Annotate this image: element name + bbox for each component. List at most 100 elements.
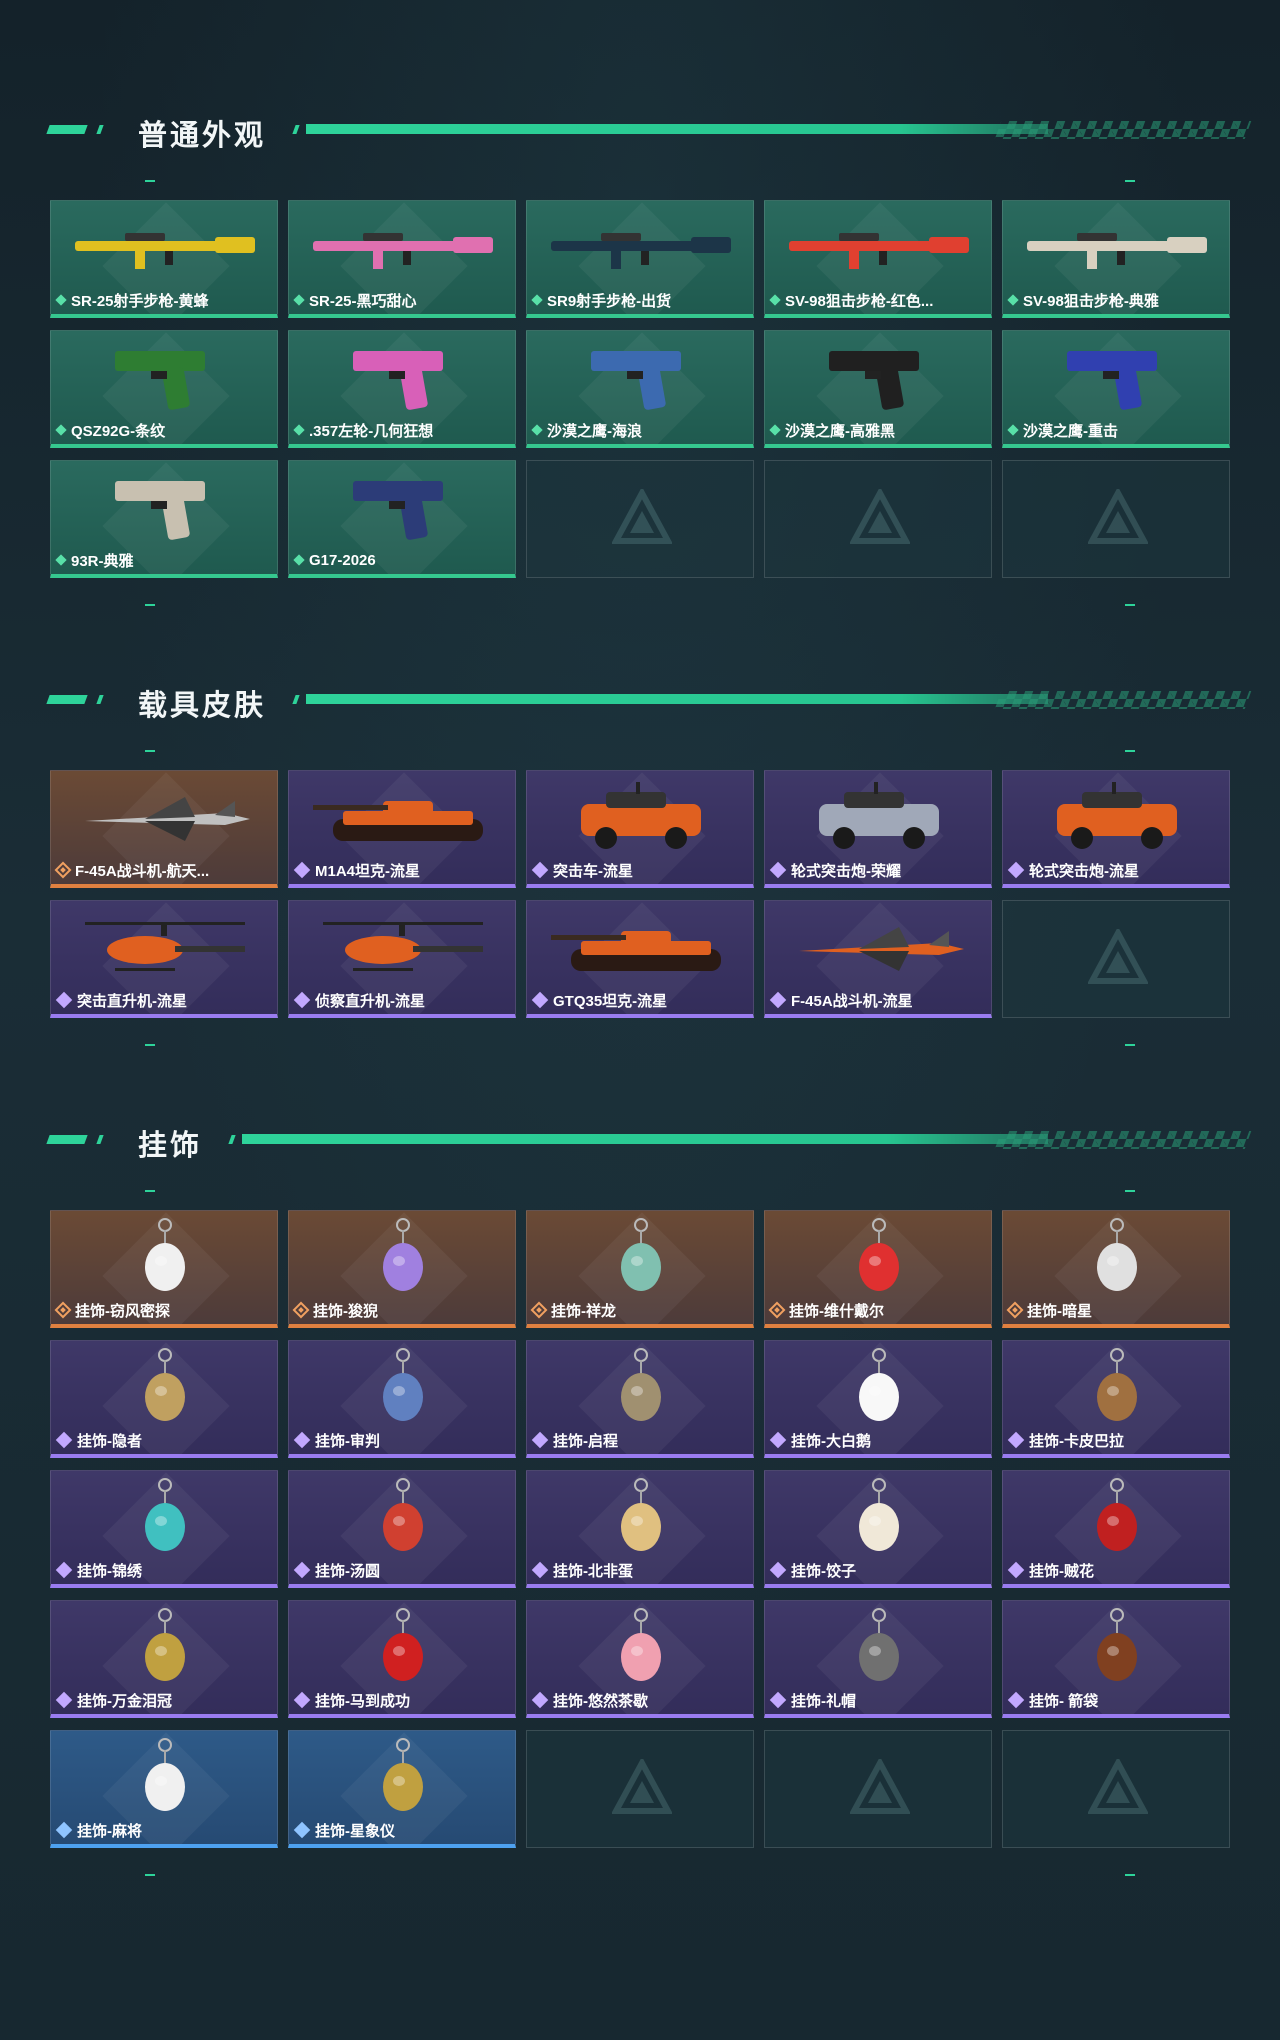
corner-mark [145, 1190, 155, 1192]
header-accent [96, 695, 104, 704]
rarity-rare-icon [293, 1821, 311, 1839]
corner-mark [1125, 1190, 1135, 1192]
item-name: 挂饰-隐者 [77, 1432, 142, 1450]
rarity-epic-icon [531, 1561, 549, 1579]
item-label: 挂饰-卡皮巴拉 [1007, 1429, 1124, 1451]
section-title: 挂饰 [138, 1130, 203, 1162]
item-name: 轮式突击炮-荣耀 [791, 862, 901, 880]
rarity-legendary-icon [292, 1301, 310, 1319]
item-card[interactable]: 挂饰-悠然茶歇 [526, 1600, 754, 1718]
item-name: .357左轮-几何狂想 [309, 422, 434, 440]
item-card[interactable]: 挂饰-卡皮巴拉 [1002, 1340, 1230, 1458]
item-card[interactable]: 挂饰-祥龙 [526, 1210, 754, 1328]
rarity-epic-icon [769, 861, 787, 879]
item-card[interactable]: 轮式突击炮-流星 [1002, 770, 1230, 888]
placeholder-logo-icon [612, 1759, 672, 1814]
rarity-epic-icon [1007, 1431, 1025, 1449]
rarity-epic-icon [293, 1431, 311, 1449]
item-label: SR9射手步枪-出货 [531, 289, 672, 311]
item-card[interactable]: 挂饰-隐者 [50, 1340, 278, 1458]
rarity-epic-icon [1007, 861, 1025, 879]
rarity-epic-icon [769, 1691, 787, 1709]
item-card[interactable]: 挂饰-启程 [526, 1340, 754, 1458]
item-card[interactable]: F-45A战斗机-航天... [50, 770, 278, 888]
fighter-jet-meteor-icon [779, 911, 979, 983]
item-name: 挂饰-麻将 [77, 1822, 142, 1840]
item-card[interactable]: 挂饰-维什戴尔 [764, 1210, 992, 1328]
rarity-legendary-icon [54, 861, 72, 879]
item-label: 挂饰-贼花 [1007, 1559, 1094, 1581]
item-card[interactable]: 挂饰-北非蛋 [526, 1470, 754, 1588]
item-card[interactable]: 挂饰-礼帽 [764, 1600, 992, 1718]
item-card[interactable]: 挂饰-窃风密探 [50, 1210, 278, 1328]
rifle-yellow-icon [65, 211, 265, 283]
item-card[interactable]: 挂饰-万金泪冠 [50, 1600, 278, 1718]
item-name: 挂饰-暗星 [1027, 1302, 1092, 1320]
rarity-common-icon [55, 424, 67, 436]
item-card[interactable]: 挂饰-贼花 [1002, 1470, 1230, 1588]
item-label: 挂饰-维什戴尔 [768, 1299, 884, 1321]
empty-slot [764, 460, 992, 578]
item-card[interactable]: 沙漠之鹰-重击 [1002, 330, 1230, 448]
item-card[interactable]: 侦察直升机-流星 [288, 900, 516, 1018]
item-card[interactable]: F-45A战斗机-流星 [764, 900, 992, 1018]
item-name: SR9射手步枪-出货 [547, 292, 672, 310]
wheeled-gun-meteor-icon [1017, 781, 1217, 853]
item-label: SV-98狙击步枪-红色... [769, 289, 933, 311]
item-card[interactable]: 沙漠之鹰-海浪 [526, 330, 754, 448]
item-card[interactable]: .357左轮-几何狂想 [288, 330, 516, 448]
item-card[interactable]: 挂饰-锦绣 [50, 1470, 278, 1588]
item-card[interactable]: SV-98狙击步枪-红色... [764, 200, 992, 318]
item-card[interactable]: 突击车-流星 [526, 770, 754, 888]
item-card[interactable]: SV-98狙击步枪-典雅 [1002, 200, 1230, 318]
rarity-epic-icon [293, 1691, 311, 1709]
sniper-red-icon [779, 211, 979, 283]
charm-spy-icon [65, 1218, 265, 1293]
item-card[interactable]: 挂饰- 箭袋 [1002, 1600, 1230, 1718]
item-card[interactable]: M1A4坦克-流星 [288, 770, 516, 888]
header-checker [994, 1131, 1252, 1149]
header-accent [228, 1135, 236, 1144]
item-card[interactable]: SR-25-黑巧甜心 [288, 200, 516, 318]
item-card[interactable]: SR-25射手步枪-黄蜂 [50, 200, 278, 318]
empty-slot [1002, 460, 1230, 578]
item-label: 侦察直升机-流星 [293, 989, 425, 1011]
item-card[interactable]: 挂饰-汤圆 [288, 1470, 516, 1588]
scout-helicopter-icon [303, 911, 503, 983]
item-card[interactable]: G17-2026 [288, 460, 516, 578]
item-label: 沙漠之鹰-高雅黑 [769, 419, 895, 441]
item-card[interactable]: 挂饰-星象仪 [288, 1730, 516, 1848]
item-card[interactable]: 93R-典雅 [50, 460, 278, 578]
corner-mark [1125, 604, 1135, 606]
item-card[interactable]: QSZ92G-条纹 [50, 330, 278, 448]
item-label: QSZ92G-条纹 [55, 419, 165, 441]
item-card[interactable]: 轮式突击炮-荣耀 [764, 770, 992, 888]
item-card[interactable]: GTQ35坦克-流星 [526, 900, 754, 1018]
rarity-legendary-icon [54, 1301, 72, 1319]
item-card[interactable]: 挂饰-狻猊 [288, 1210, 516, 1328]
corner-mark [1125, 1044, 1135, 1046]
item-card[interactable]: 挂饰-暗星 [1002, 1210, 1230, 1328]
rarity-rare-icon [55, 1821, 73, 1839]
item-card[interactable]: 挂饰-马到成功 [288, 1600, 516, 1718]
item-label: 挂饰-马到成功 [293, 1689, 410, 1711]
charm-shakshuka-icon [541, 1478, 741, 1553]
item-card[interactable]: 挂饰-审判 [288, 1340, 516, 1458]
charm-tangyuan-icon [303, 1478, 503, 1553]
item-card[interactable]: 挂饰-麻将 [50, 1730, 278, 1848]
charm-mahjong-icon [65, 1738, 265, 1813]
item-card[interactable]: 沙漠之鹰-高雅黑 [764, 330, 992, 448]
item-card[interactable]: 挂饰-饺子 [764, 1470, 992, 1588]
item-card[interactable]: SR9射手步枪-出货 [526, 200, 754, 318]
charm-burger-icon [65, 1608, 265, 1683]
rarity-legendary-icon [530, 1301, 548, 1319]
item-card[interactable]: 突击直升机-流星 [50, 900, 278, 1018]
item-label: 挂饰-启程 [531, 1429, 618, 1451]
item-label: SR-25-黑巧甜心 [293, 289, 417, 311]
revolver-pink-icon [303, 341, 503, 413]
rarity-epic-icon [293, 861, 311, 879]
item-card[interactable]: 挂饰-大白鹅 [764, 1340, 992, 1458]
placeholder-logo-icon [1088, 1759, 1148, 1814]
rarity-common-icon [531, 294, 543, 306]
rarity-epic-icon [769, 1561, 787, 1579]
